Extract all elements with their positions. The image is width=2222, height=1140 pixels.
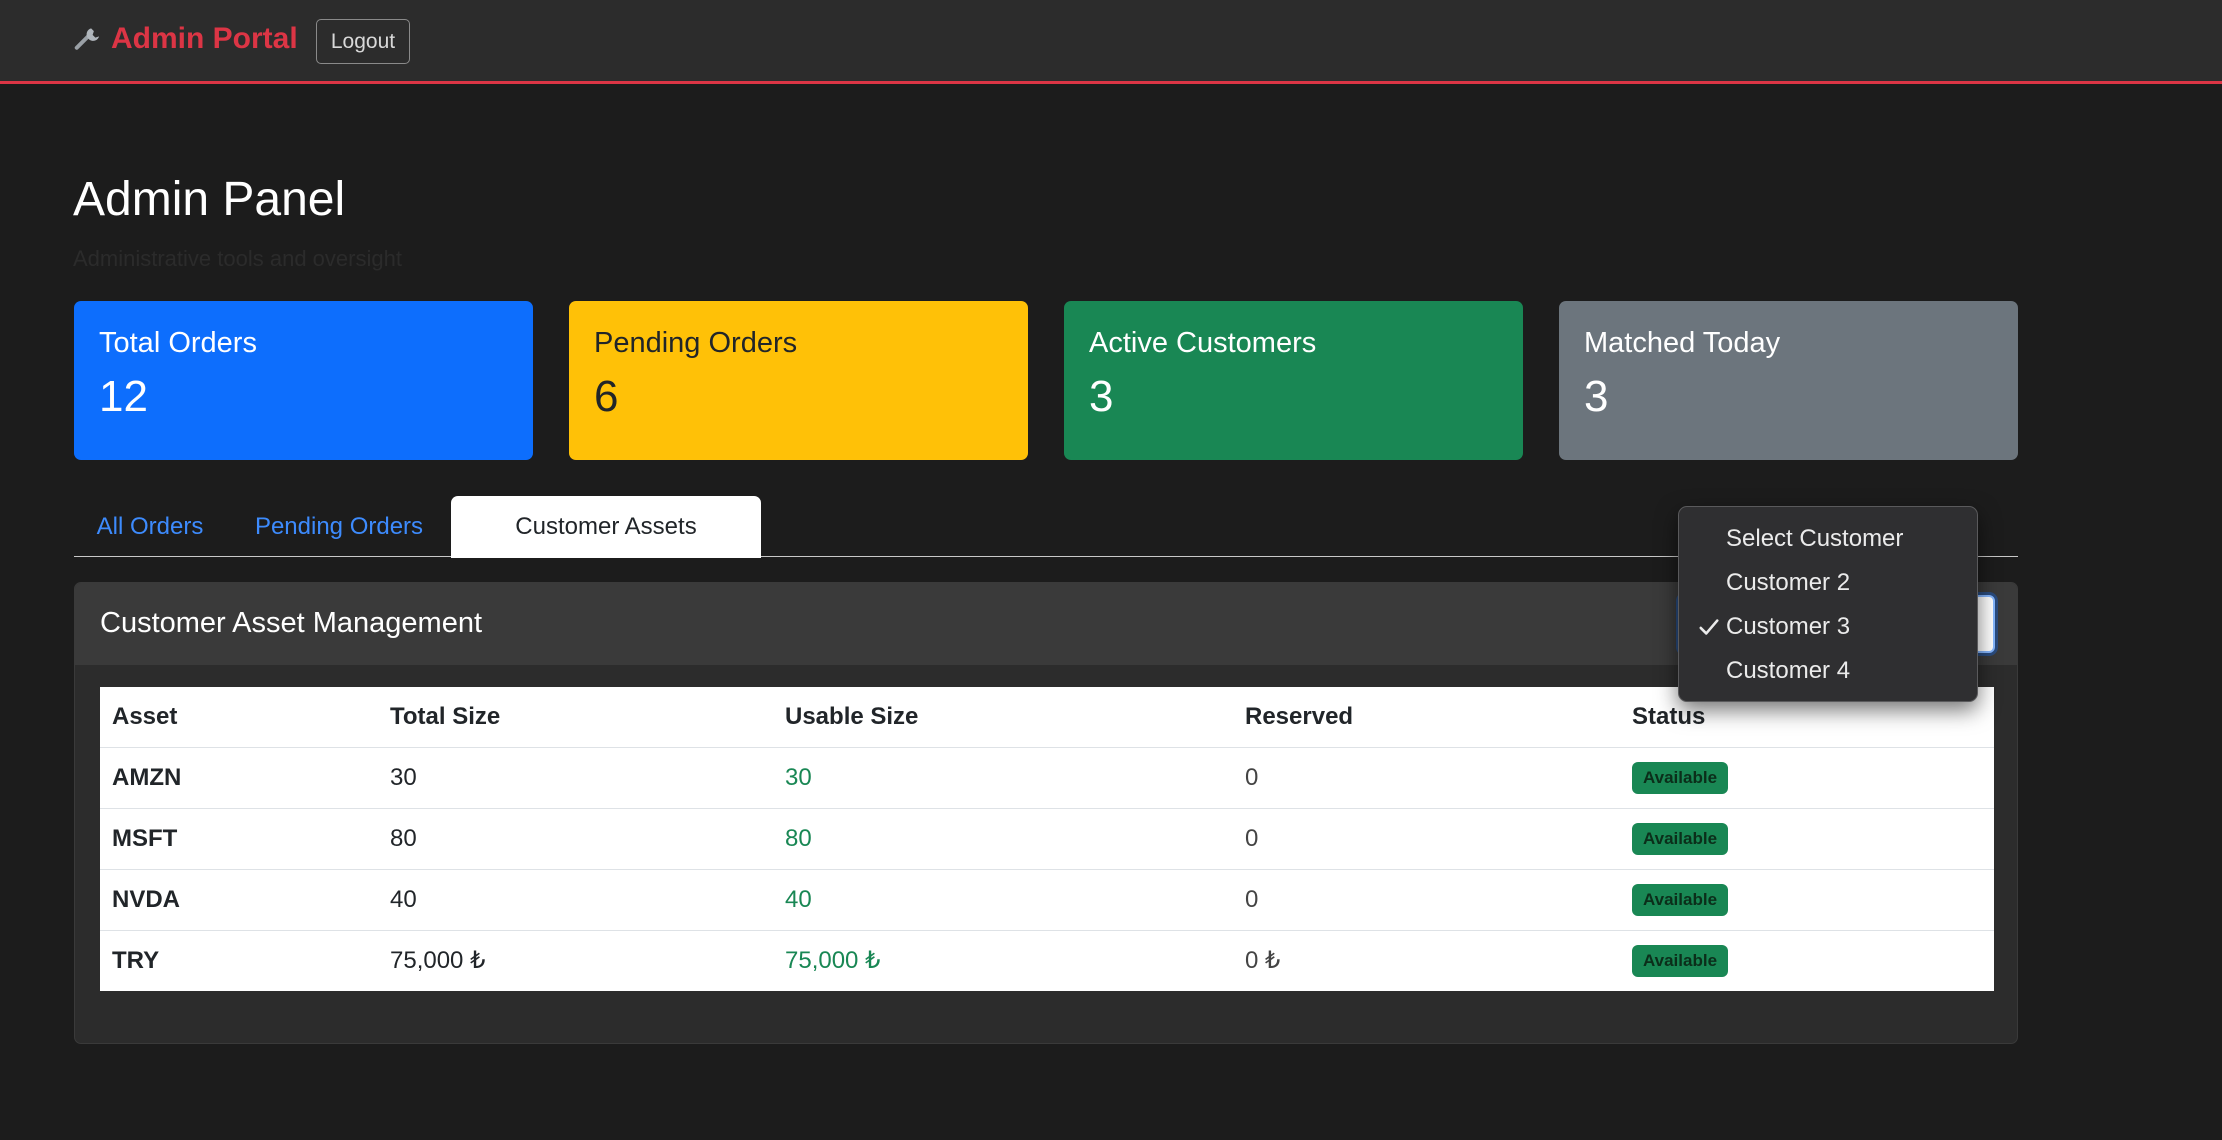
asset-table: Asset Total Size Usable Size Reserved St…	[100, 687, 1994, 991]
reserved-cell: 0	[1233, 808, 1620, 870]
status-badge: Available	[1632, 944, 1729, 977]
page-subtitle: Administrative tools and oversight	[73, 246, 402, 271]
table-row: NVDA 40 40 0 Available	[100, 869, 1994, 931]
reserved-cell: 0	[1233, 869, 1620, 931]
column-header: Reserved	[1233, 687, 1620, 748]
dropdown-option-customer-2[interactable]: Customer 2	[1679, 561, 1977, 605]
column-header: Total Size	[378, 687, 773, 748]
brand-link[interactable]: Admin Portal	[73, 22, 298, 56]
stat-value: 3	[1584, 372, 1609, 421]
total-size-cell: 75,000 ₺	[390, 947, 486, 975]
logout-button[interactable]: Logout	[316, 19, 410, 64]
dropdown-option-customer-3[interactable]: Customer 3	[1679, 605, 1977, 649]
option-label: Customer 4	[1726, 657, 1851, 684]
status-cell: Available	[1620, 747, 1994, 809]
page-title: Admin Panel	[73, 173, 346, 226]
checkmark-icon	[1699, 619, 1719, 635]
panel-title: Customer Asset Management	[100, 607, 483, 639]
table-row: MSFT 80 80 0 Available	[100, 808, 1994, 870]
total-size-cell: 30	[378, 747, 773, 809]
stat-value: 6	[594, 372, 619, 421]
asset-cell: AMZN	[100, 747, 378, 809]
stat-label: Active Customers	[1089, 327, 1317, 359]
status-badge: Available	[1632, 883, 1729, 916]
stat-value: 3	[1089, 372, 1114, 421]
usable-size-cell: 80	[773, 808, 1233, 870]
total-size-cell: 40	[378, 869, 773, 931]
status-cell: Available	[1620, 808, 1994, 870]
tab-pending-orders[interactable]: Pending Orders	[226, 496, 452, 558]
wrench-icon	[74, 28, 100, 50]
stat-label: Pending Orders	[594, 327, 798, 359]
dropdown-option-customer-4[interactable]: Customer 4	[1679, 649, 1977, 693]
stat-label: Matched Today	[1584, 327, 1781, 359]
column-header: Usable Size	[773, 687, 1233, 748]
brand-label: Admin Portal	[111, 22, 298, 55]
stat-card-pending-orders: Pending Orders 6	[569, 301, 1028, 460]
top-navbar: Admin Portal Logout	[0, 0, 2222, 84]
asset-cell: TRY	[112, 946, 160, 974]
option-label: Customer 2	[1726, 569, 1851, 596]
reserved-cell: 0	[1233, 747, 1620, 809]
asset-cell: NVDA	[100, 869, 378, 931]
dropdown-option-select-customer[interactable]: Select Customer	[1679, 517, 1977, 561]
customer-dropdown-menu: Select Customer Customer 2 Customer 3 Cu…	[1678, 506, 1978, 702]
tab-customer-assets[interactable]: Customer Assets	[451, 496, 761, 558]
asset-cell: MSFT	[100, 808, 378, 870]
status-cell: Available	[1620, 869, 1994, 931]
stat-card-matched-today: Matched Today 3	[1559, 301, 2018, 460]
usable-size-cell: 75,000 ₺	[785, 947, 881, 975]
status-badge: Available	[1632, 761, 1729, 794]
usable-size-cell: 40	[773, 869, 1233, 931]
column-header: Asset	[100, 687, 378, 748]
table-row: AMZN 30 30 0 Available	[100, 747, 1994, 809]
total-size-cell: 80	[378, 808, 773, 870]
stat-card-active-customers: Active Customers 3	[1064, 301, 1523, 460]
tab-all-orders[interactable]: All Orders	[74, 496, 226, 558]
option-label: Select Customer	[1726, 525, 1904, 552]
option-label: Customer 3	[1726, 613, 1851, 640]
status-badge: Available	[1632, 822, 1729, 855]
usable-size-cell: 30	[773, 747, 1233, 809]
status-cell: Available	[1620, 930, 1994, 991]
stat-label: Total Orders	[99, 327, 257, 359]
stat-card-total-orders: Total Orders 12	[74, 301, 533, 460]
reserved-cell: 0 ₺	[1245, 947, 1281, 975]
stat-value: 12	[99, 372, 148, 421]
table-row: TRY 75,000 ₺ 75,000 ₺ 0 ₺ Available	[100, 930, 1994, 991]
